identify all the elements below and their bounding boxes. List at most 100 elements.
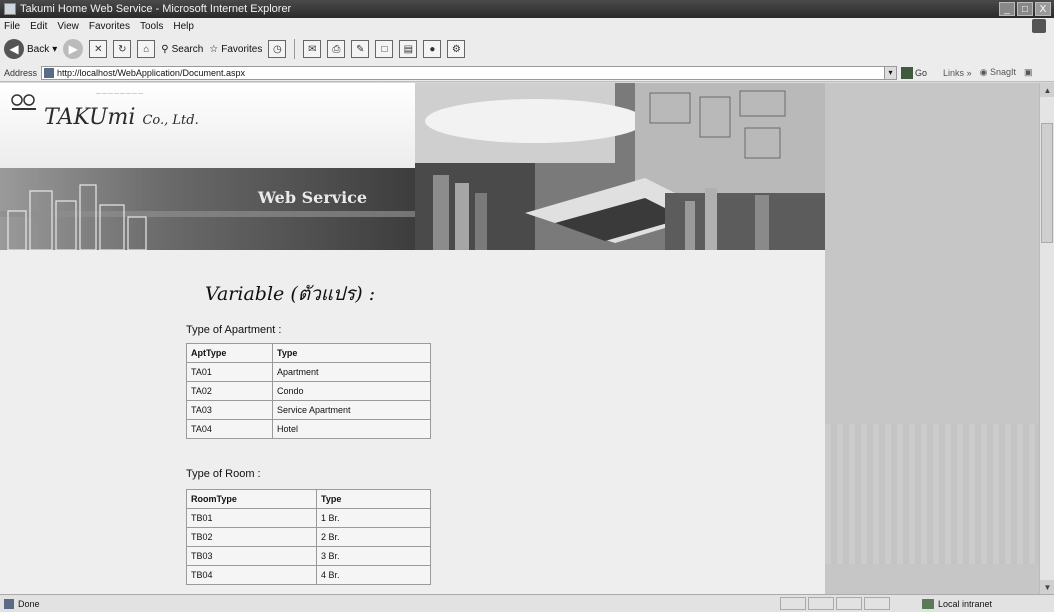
table-cell: Condo [272, 381, 431, 401]
table-cell: 3 Br. [316, 546, 431, 566]
menu-tools[interactable]: Tools [140, 21, 163, 32]
refresh-button[interactable]: ↻ [113, 40, 132, 58]
maximize-button[interactable]: □ [1017, 2, 1033, 16]
column-header: Type [316, 489, 431, 509]
logo-area: ———————— TAKUmi Co., Ltd. [0, 83, 415, 168]
status-bar: Done Local intranet [0, 594, 1054, 612]
logo-text: TAKUmi [44, 105, 136, 130]
room-table: RoomType Type TB01 1 Br. TB02 2 Br. TB03… [186, 489, 431, 585]
table-cell: TA04 [186, 419, 273, 439]
menu-favorites[interactable]: Favorites [89, 21, 130, 32]
zone-label: Local intranet [938, 599, 993, 609]
address-input[interactable]: http://localhost/WebApplication/Document… [41, 65, 898, 80]
right-gray-panel [825, 83, 1039, 594]
go-button[interactable]: Go [901, 66, 928, 79]
address-bar: Address http://localhost/WebApplication/… [0, 64, 1054, 82]
menu-help[interactable]: Help [173, 21, 194, 32]
forward-button[interactable]: ▶ [63, 39, 84, 59]
logo-tagline-decoration: ———————— [96, 91, 144, 97]
messenger-button[interactable]: ● [423, 40, 442, 58]
back-dropdown-icon[interactable]: ▾ [52, 44, 57, 55]
table-cell: TB03 [186, 546, 317, 566]
page-done-icon [4, 598, 14, 609]
table-cell: TB02 [186, 527, 317, 547]
links-button[interactable]: Links » [943, 68, 972, 78]
column-header: Type [272, 343, 431, 363]
favorites-label: Favorites [221, 43, 263, 55]
scroll-up-arrow-icon[interactable]: ▲ [1040, 83, 1054, 97]
apartment-table: AptType Type TA01 Apartment TA02 Condo T… [186, 343, 431, 439]
table-cell: TA02 [186, 381, 273, 401]
table-cell: 4 Br. [316, 565, 431, 585]
table-header-row: RoomType Type [186, 489, 431, 509]
table-cell: 1 Br. [316, 508, 431, 528]
scroll-thumb[interactable] [1041, 123, 1053, 243]
table-cell: Apartment [272, 362, 431, 382]
snagit-label: SnagIt [989, 67, 1016, 77]
intranet-zone-icon [922, 599, 934, 609]
back-button[interactable]: ◀ Back ▾ [4, 39, 57, 59]
page-title: Variable (ตัวแปร) : [205, 283, 376, 305]
window-title: Takumi Home Web Service - Microsoft Inte… [20, 3, 292, 15]
table-row: TB02 2 Br. [186, 527, 431, 547]
table-row: TA01 Apartment [186, 362, 431, 382]
right-panel-texture [825, 424, 1039, 564]
search-button[interactable]: ⚲ Search [161, 44, 203, 55]
standard-toolbar: ◀ Back ▾ ▶ ✕ ↻ ⌂ ⚲ Search ☆ Favorites ◷ … [0, 34, 1054, 64]
table-row: TA04 Hotel [186, 419, 431, 439]
links-label: Links [943, 67, 965, 78]
window-titlebar: Takumi Home Web Service - Microsoft Inte… [0, 0, 1054, 18]
capture-icon[interactable]: ▣ [1024, 67, 1033, 78]
print-button[interactable]: ⎙ [327, 40, 346, 58]
close-button[interactable]: X [1035, 2, 1051, 16]
menu-edit[interactable]: Edit [30, 21, 47, 32]
status-text: Done [18, 598, 40, 609]
site-banner: ———————— TAKUmi Co., Ltd. Web Service [0, 83, 825, 250]
favorites-button[interactable]: ☆ Favorites [209, 44, 262, 55]
search-label: Search [171, 43, 204, 55]
column-header: RoomType [186, 489, 317, 509]
page-icon [44, 67, 55, 78]
address-dropdown-icon[interactable]: ▾ [884, 66, 897, 79]
address-label: Address [4, 67, 38, 78]
table-header-row: AptType Type [186, 343, 431, 363]
menu-view[interactable]: View [57, 21, 79, 32]
banner-photo-collage [415, 83, 825, 250]
menu-file[interactable]: File [4, 21, 20, 32]
window-controls: _ □ X [999, 2, 1051, 16]
history-button[interactable]: ◷ [268, 40, 287, 58]
table-row: TA03 Service Apartment [186, 400, 431, 420]
table-cell: Service Apartment [272, 400, 431, 420]
discuss-button[interactable]: □ [375, 40, 394, 58]
table-cell: TA03 [186, 400, 273, 420]
logo-wordmark: TAKUmi Co., Ltd. [44, 105, 199, 130]
minimize-button[interactable]: _ [999, 2, 1015, 16]
search-icon: ⚲ [161, 43, 169, 55]
links-toolbar: Links » ◉ SnagIt ▣ [943, 67, 1032, 78]
table-cell: TB01 [186, 508, 317, 528]
status-pane [836, 597, 862, 610]
logo-co: Co., Ltd. [142, 113, 199, 128]
go-arrow-icon [901, 66, 914, 79]
address-url: http://localhost/WebApplication/Document… [57, 67, 245, 78]
scroll-down-arrow-icon[interactable]: ▼ [1040, 580, 1054, 594]
mail-button[interactable]: ✉ [303, 40, 322, 58]
edit-button[interactable]: ✎ [351, 40, 370, 58]
back-arrow-icon: ◀ [4, 39, 24, 59]
toolbar-separator [294, 39, 296, 59]
go-label: Go [915, 67, 928, 78]
vertical-scrollbar[interactable]: ▲ ▼ [1039, 83, 1054, 594]
table-cell: TB04 [186, 565, 317, 585]
banner-heading: Web Service [258, 188, 368, 207]
column-header: AptType [186, 343, 273, 363]
home-button[interactable]: ⌂ [137, 40, 156, 58]
status-pane [864, 597, 890, 610]
status-pane [780, 597, 806, 610]
takumi-logo-icon [11, 94, 36, 110]
extra-tool-button[interactable]: ⚙ [447, 40, 466, 58]
research-button[interactable]: ▤ [399, 40, 418, 58]
snagit-button[interactable]: ◉ SnagIt [980, 67, 1016, 78]
table-cell: 2 Br. [316, 527, 431, 547]
back-label: Back [27, 43, 50, 55]
stop-button[interactable]: ✕ [89, 40, 108, 58]
